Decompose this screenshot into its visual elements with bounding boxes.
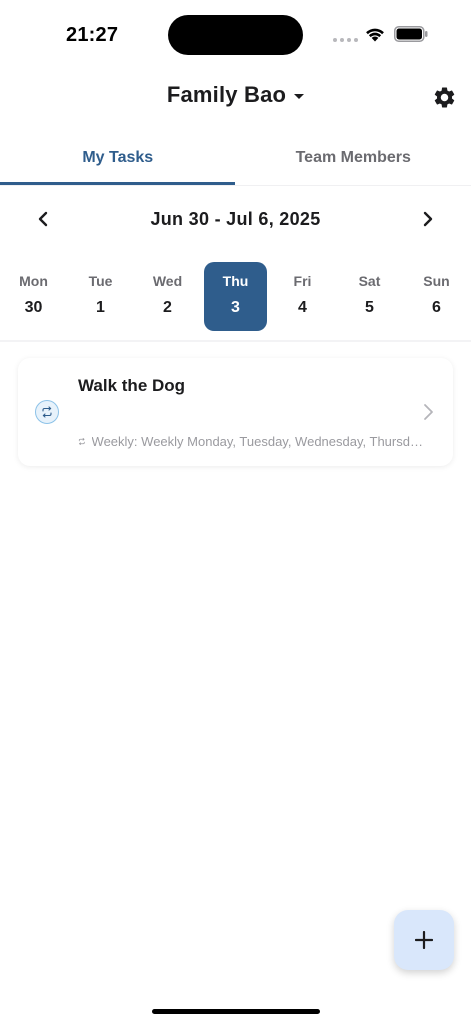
tab-divider [0, 185, 471, 186]
day-number: 6 [432, 299, 441, 316]
day-of-week: Thu [222, 273, 249, 289]
chevron-right-icon [423, 211, 433, 227]
family-title: Family Bao [166, 82, 287, 107]
cellular-signal-icon [333, 38, 358, 42]
screen: 21:27 Family Bao My Tasks Team Members J… [0, 0, 471, 1024]
day-number: 4 [298, 299, 307, 316]
day-thu-selected[interactable]: Thu 3 [204, 262, 267, 331]
wifi-icon [366, 28, 384, 42]
day-of-week: Sun [423, 273, 450, 289]
task-recurrence: Weekly: Weekly Monday, Tuesday, Wednesda… [78, 434, 423, 449]
status-time: 21:27 [66, 24, 119, 46]
day-sat[interactable]: Sat 5 [338, 262, 401, 331]
task-title: Walk the Dog [78, 376, 186, 395]
home-indicator [152, 1009, 320, 1014]
week-range-label: Jun 30 - Jul 6, 2025 [150, 209, 321, 229]
day-sun[interactable]: Sun 6 [405, 262, 468, 331]
header: Family Bao [0, 70, 471, 126]
battery-icon [394, 26, 428, 42]
day-of-week: Fri [293, 273, 312, 289]
next-week-button[interactable] [415, 206, 441, 232]
section-divider [0, 340, 471, 342]
plus-icon [415, 931, 433, 949]
tab-bar: My Tasks Team Members [0, 130, 471, 185]
add-task-button[interactable] [394, 910, 454, 970]
day-fri[interactable]: Fri 4 [271, 262, 334, 331]
day-of-week: Sat [358, 273, 381, 289]
day-tue[interactable]: Tue 1 [69, 262, 132, 331]
day-number: 3 [231, 299, 240, 316]
caret-down-icon [294, 93, 305, 99]
day-selector: Mon 30 Tue 1 Wed 2 Thu 3 Fri 4 Sat 5 Sun… [0, 262, 471, 332]
task-card[interactable]: Walk the Dog Weekly: Weekly Monday, Tues… [18, 358, 453, 466]
day-mon[interactable]: Mon 30 [2, 262, 65, 331]
tab-team-members[interactable]: Team Members [236, 130, 471, 185]
family-selector[interactable]: Family Bao [0, 82, 471, 108]
day-of-week: Wed [152, 273, 183, 289]
repeat-small-icon [78, 437, 85, 446]
chevron-right-icon [424, 404, 433, 420]
day-number: 2 [163, 299, 172, 316]
tab-my-tasks[interactable]: My Tasks [0, 130, 236, 185]
day-of-week: Tue [88, 273, 113, 289]
day-number: 5 [365, 299, 374, 316]
task-recurrence-text: Weekly: Weekly Monday, Tuesday, Wednesda… [91, 434, 423, 449]
day-number: 30 [24, 299, 43, 316]
dynamic-island [168, 15, 303, 55]
week-navigation: Jun 30 - Jul 6, 2025 [0, 196, 471, 242]
gear-icon[interactable] [432, 85, 457, 110]
day-number: 1 [96, 299, 105, 316]
repeat-icon [35, 400, 59, 424]
day-wed[interactable]: Wed 2 [136, 262, 199, 331]
status-bar: 21:27 [0, 0, 471, 70]
day-of-week: Mon [19, 273, 48, 289]
